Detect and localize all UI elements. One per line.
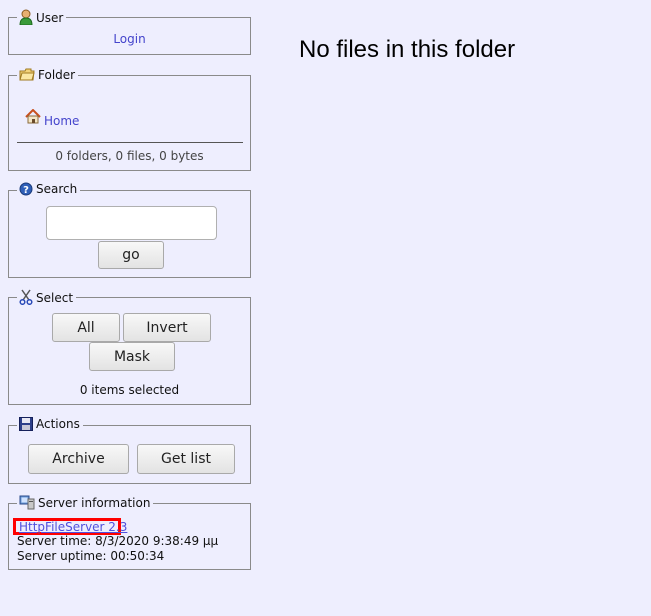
- server-uptime: Server uptime: 00:50:34: [17, 549, 165, 563]
- login-link[interactable]: Login: [113, 32, 145, 46]
- folder-panel: Folder Home 0 folders, 0 files, 0 bytes: [8, 67, 251, 171]
- user-legend: User: [17, 9, 67, 25]
- actions-legend-label: Actions: [36, 417, 80, 431]
- user-legend-label: User: [36, 11, 64, 25]
- invert-button[interactable]: Invert: [123, 313, 211, 342]
- search-panel: ? Search go: [8, 182, 251, 278]
- go-button[interactable]: go: [98, 241, 164, 269]
- home-link[interactable]: Home: [44, 114, 79, 128]
- search-legend: ? Search: [17, 182, 81, 196]
- server-time: Server time: 8/3/2020 9:38:49 μμ: [17, 534, 219, 548]
- user-icon: [19, 9, 33, 25]
- server-legend-label: Server information: [38, 496, 151, 510]
- user-panel: User Login: [8, 9, 251, 55]
- svg-text:?: ?: [23, 185, 29, 196]
- archive-button[interactable]: Archive: [28, 444, 129, 474]
- folder-icon: [19, 67, 35, 82]
- home-icon: [25, 108, 41, 127]
- select-panel: Select All Invert Mask 0 items selected: [8, 289, 251, 405]
- help-icon: ?: [19, 182, 33, 196]
- select-all-button[interactable]: All: [52, 313, 120, 342]
- search-legend-label: Search: [36, 182, 78, 196]
- scissors-icon: [19, 289, 33, 305]
- server-legend: Server information: [17, 495, 154, 510]
- select-legend-label: Select: [36, 291, 74, 305]
- home-item[interactable]: Home: [25, 108, 79, 128]
- server-info-panel: Server information HttpFileServer 2.3 Se…: [8, 495, 251, 570]
- select-legend: Select: [17, 289, 77, 305]
- folder-legend-label: Folder: [38, 68, 76, 82]
- selection-status: 0 items selected: [79, 383, 180, 397]
- folder-legend: Folder: [17, 67, 79, 82]
- get-list-button[interactable]: Get list: [137, 444, 235, 474]
- actions-legend: Actions: [17, 417, 83, 431]
- mask-button[interactable]: Mask: [89, 342, 175, 371]
- folder-divider: [17, 142, 243, 143]
- actions-panel: Actions Archive Get list: [8, 417, 251, 484]
- folder-stats: 0 folders, 0 files, 0 bytes: [55, 149, 204, 163]
- search-input[interactable]: [46, 206, 217, 240]
- server-icon: [19, 495, 35, 510]
- empty-folder-message: No files in this folder: [299, 36, 516, 63]
- server-version-link[interactable]: HttpFileServer 2.3: [19, 520, 127, 534]
- save-icon: [19, 417, 33, 431]
